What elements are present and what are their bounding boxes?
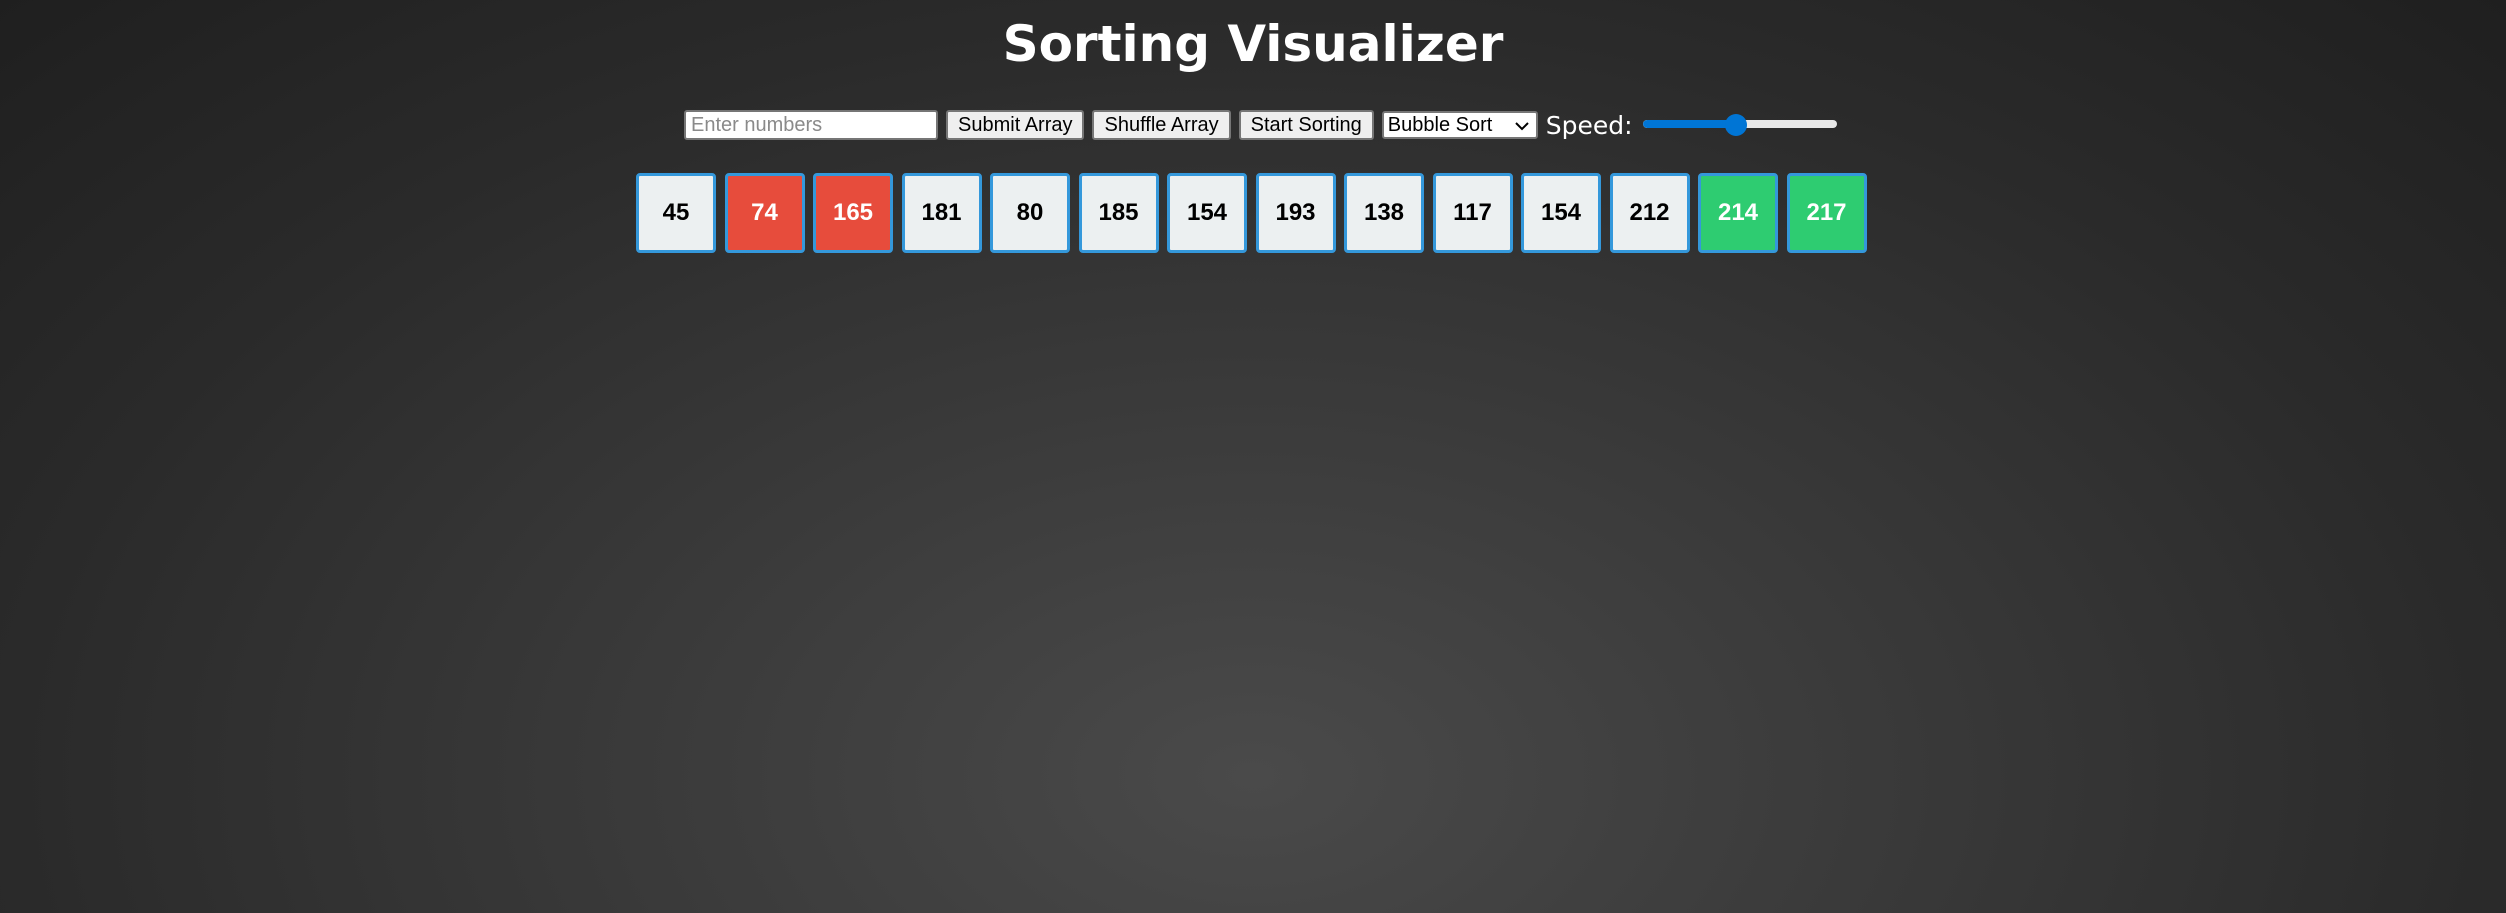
chevron-down-icon: [1514, 117, 1530, 133]
array-element: 74: [724, 173, 805, 253]
array-element: 117: [1432, 173, 1513, 253]
array-element: 214: [1698, 173, 1778, 253]
speed-slider[interactable]: [1642, 112, 1837, 138]
speed-slider-fill: [1642, 120, 1736, 128]
page-title: Sorting Visualizer: [1002, 15, 1504, 73]
array-element: 80: [990, 173, 1070, 253]
array-element: 154: [1167, 173, 1247, 253]
array-element: 181: [901, 173, 982, 253]
controls-bar: Submit Array Shuffle Array Start Sorting…: [684, 108, 1837, 142]
array-element: 138: [1344, 173, 1424, 253]
start-sorting-button[interactable]: Start Sorting: [1238, 110, 1374, 140]
array-element: 185: [1078, 173, 1159, 253]
array-element: 45: [636, 173, 716, 253]
submit-array-button[interactable]: Submit Array: [946, 110, 1085, 140]
algorithm-select-value: Bubble Sort: [1387, 113, 1493, 136]
array-element: 212: [1609, 173, 1690, 253]
speed-slider-thumb[interactable]: [1724, 114, 1747, 136]
algorithm-select[interactable]: Bubble Sort: [1381, 111, 1538, 139]
array-input[interactable]: [684, 110, 938, 140]
speed-label: Speed:: [1545, 110, 1633, 140]
array-element: 217: [1786, 173, 1867, 253]
array-element: 193: [1255, 173, 1336, 253]
array-element: 165: [813, 173, 893, 253]
shuffle-array-button[interactable]: Shuffle Array: [1092, 110, 1231, 140]
array-element: 154: [1521, 173, 1601, 253]
array-container: 45 74 165 181 80 185 154 193 138 117 154 212 214 217: [636, 173, 1867, 253]
